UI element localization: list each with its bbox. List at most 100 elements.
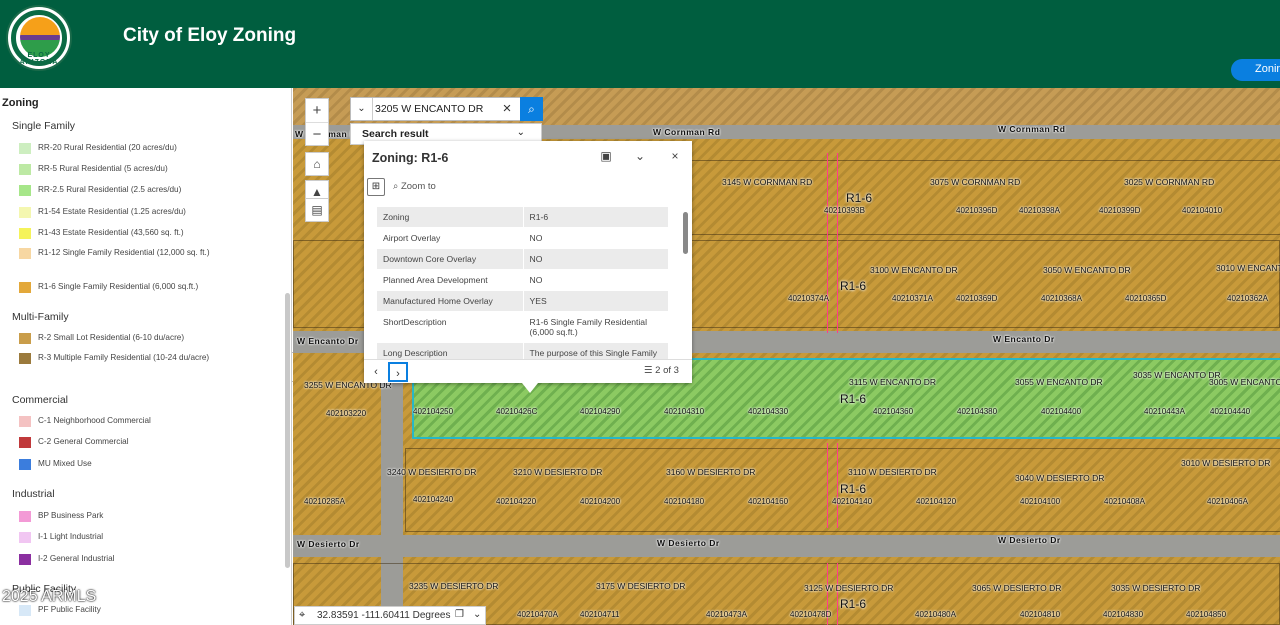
chevron-down-icon: ⌄ — [357, 103, 366, 114]
legend-item: I-2 General Industrial — [19, 553, 214, 566]
address-label: 3235 W DESIERTO DR — [409, 581, 499, 591]
app-header: ELOY ARIZONA City of Eloy Zoning Zonin — [0, 0, 1280, 88]
dock-popup-button[interactable]: ▣ — [596, 149, 616, 167]
parcel-number: 40210473A — [706, 610, 747, 619]
legend-swatch — [19, 459, 31, 470]
street-label: W Desierto Dr — [297, 539, 360, 549]
address-label: 3035 W ENCANTO DR — [1133, 370, 1221, 380]
legend-swatch — [19, 511, 31, 522]
dock-icon: ▣ — [600, 149, 612, 163]
street-label: W Encanto Dr — [993, 334, 1055, 344]
watermark: 2025 ARMLS — [2, 588, 97, 605]
legend-item: R1-54 Estate Residential (1.25 acres/du) — [19, 206, 214, 219]
legend-swatch — [19, 353, 31, 364]
chevron-down-icon: ⌄ — [634, 149, 646, 163]
popup-scrollbar[interactable] — [683, 204, 688, 354]
street-label: W Desierto Dr — [657, 538, 720, 548]
address-label: 3240 W DESIERTO DR — [387, 467, 477, 477]
road-desierto — [293, 535, 1280, 557]
address-label: 3100 W ENCANTO DR — [870, 265, 958, 275]
zoom-out-button[interactable]: − — [306, 122, 328, 145]
parcel-number: 40210408A — [1104, 497, 1145, 506]
parcel-number: 402104120 — [916, 497, 957, 506]
table-row: Downtown Core Overlay NO — [377, 248, 668, 270]
zone-label: R1-6 — [840, 482, 867, 496]
app-title: City of Eloy Zoning — [123, 25, 297, 46]
parcel-number: 40210285A — [304, 497, 345, 506]
legend-item: BP Business Park — [19, 510, 214, 523]
address-label: 3025 W CORNMAN RD — [1124, 177, 1215, 187]
zone-label: R1-6 — [840, 597, 867, 611]
parcel-number: 402104380 — [957, 407, 998, 416]
close-popup-button[interactable]: × — [665, 149, 685, 167]
legend-item: R1-12 Single Family Residential (12,000 … — [19, 247, 214, 260]
parcel-number: 40210406A — [1207, 497, 1248, 506]
parcel-number: 40210480A — [915, 610, 956, 619]
legend-item: RR-2.5 Rural Residential (2.5 acres/du) — [19, 184, 214, 197]
street-label: W Cornman Rd — [998, 124, 1066, 134]
parcel-number: 40210426C — [496, 407, 538, 416]
zoom-to-button[interactable]: ⌕ Zoom to — [393, 181, 436, 192]
address-label: 3145 W CORNMAN RD — [722, 177, 813, 187]
zone-label: R1-6 — [840, 279, 867, 293]
zoom-in-button[interactable]: + — [306, 99, 328, 122]
search-source-dropdown[interactable]: ⌄ — [351, 98, 373, 120]
legend-item: R-2 Small Lot Residential (6-10 du/acre) — [19, 332, 214, 345]
parcel-number: 40210369D — [956, 294, 998, 303]
feature-pager[interactable]: ☰ 2 of 3 — [644, 365, 679, 376]
address-label: 3160 W DESIERTO DR — [666, 467, 756, 477]
home-button[interactable]: ⌂ — [305, 152, 329, 176]
zoning-layer-button[interactable]: Zonin — [1231, 59, 1280, 81]
feature-popup: Zoning: R1-6 ▣ ⌄ × ⊞ ⌕ Zoom to Zoning R1-… — [364, 141, 692, 393]
parcel-number: 402104810 — [1020, 610, 1061, 619]
parcel-number: 40210478D — [790, 610, 832, 619]
chevron-down-icon[interactable]: ⌄ — [473, 609, 481, 620]
parcel-number: 40210371A — [892, 294, 933, 303]
address-label: 3065 W DESIERTO DR — [972, 583, 1062, 593]
logo-text: ELOY ARIZONA — [19, 52, 59, 66]
table-row: Planned Area Development NO — [377, 269, 668, 291]
attribute-table: Zoning R1-6 Airport Overlay NO Downtown Co… — [377, 207, 668, 364]
legend-item: R1-43 Estate Residential (43,560 sq. ft.… — [19, 227, 214, 240]
parcel-number: 40210362A — [1227, 294, 1268, 303]
legend-swatch — [19, 248, 31, 259]
next-feature-button[interactable]: › — [388, 362, 408, 382]
close-icon: × — [671, 149, 679, 163]
legend-item: C-2 General Commercial — [19, 436, 214, 449]
parcel-number: 40210368A — [1041, 294, 1082, 303]
address-label: 3115 W ENCANTO DR — [849, 377, 937, 387]
parcel-number: 402104830 — [1103, 610, 1144, 619]
print-button[interactable]: ▤ — [305, 198, 329, 222]
previous-feature-button[interactable]: ‹ — [366, 362, 386, 382]
zone-label: R1-6 — [840, 392, 867, 406]
popup-footer: ‹ › ☰ 2 of 3 — [364, 359, 692, 383]
parcel-number: 40210399D — [1099, 206, 1141, 215]
parcel-number: 402104310 — [664, 407, 705, 416]
crosshair-icon[interactable]: ⌖ — [299, 609, 305, 622]
grid-icon: ⊞ — [371, 181, 381, 192]
parcel-number: 40210374A — [788, 294, 829, 303]
search-input[interactable] — [375, 100, 497, 118]
legend-title: Zoning — [2, 97, 39, 109]
address-label: 3050 W ENCANTO DR — [1043, 265, 1131, 275]
collapse-popup-button[interactable]: ⌄ — [630, 149, 650, 167]
search-button[interactable]: ⌕ — [520, 97, 543, 121]
legend-swatch — [19, 282, 31, 293]
parcel-number: 402104140 — [832, 497, 873, 506]
legend-scrollbar[interactable] — [285, 293, 290, 568]
address-label: 3125 W DESIERTO DR — [804, 583, 894, 593]
address-label: 3110 W DESIERTO DR — [848, 467, 937, 477]
legend-swatch — [19, 416, 31, 427]
parcel-number: 40210443A — [1144, 407, 1185, 416]
chevron-down-icon: ⌄ — [516, 127, 525, 138]
legend-swatch — [19, 333, 31, 344]
clear-search-button[interactable]: × — [496, 98, 518, 120]
parcel-number: 402104850 — [1186, 610, 1227, 619]
legend-panel: Zoning Single Family RR-20 Rural Residen… — [0, 88, 292, 625]
legend-item: I-1 Light Industrial — [19, 531, 214, 544]
address-label: 3055 W ENCANTO DR — [1015, 377, 1103, 387]
parcel-number: 402104240 — [413, 495, 454, 504]
copy-icon[interactable]: ❐ — [455, 609, 464, 620]
actions-menu-button[interactable]: ⊞ — [367, 178, 385, 196]
address-label: 3040 W DESIERTO DR — [1015, 473, 1105, 483]
